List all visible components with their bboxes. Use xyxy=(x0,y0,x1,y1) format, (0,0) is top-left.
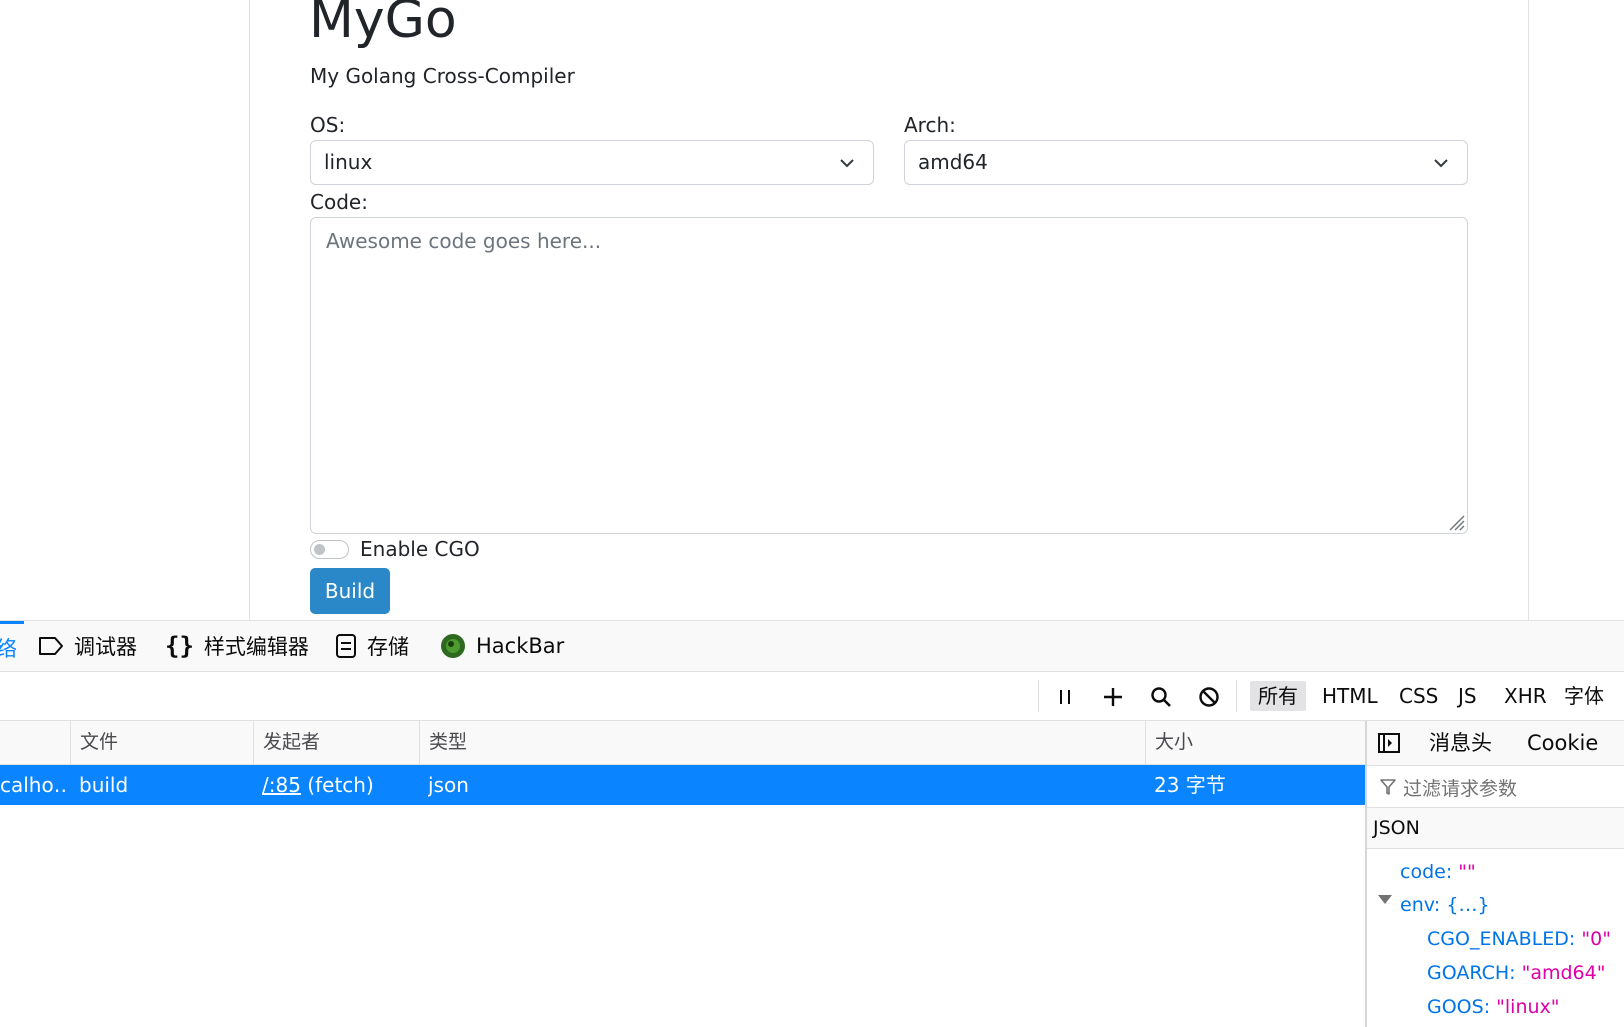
json-row-cgo-enabled[interactable]: CGO_ENABLED: "0" xyxy=(1427,927,1611,951)
container-border-right xyxy=(1528,0,1529,620)
build-button[interactable]: Build xyxy=(310,568,390,614)
os-select-value: linux xyxy=(324,150,373,174)
chevron-down-icon xyxy=(1434,159,1448,168)
toggle-knob xyxy=(314,544,325,555)
request-details-sidebar: 消息头 Cookie 过滤请求参数 JSON code: "" env: {…}… xyxy=(1367,721,1624,1027)
tab-storage-label: 存储 xyxy=(367,635,409,659)
resize-grip-icon[interactable] xyxy=(1443,509,1465,531)
code-textarea[interactable]: Awesome code goes here... xyxy=(310,217,1468,534)
params-filter-placeholder: 过滤请求参数 xyxy=(1403,778,1518,800)
arch-label: Arch: xyxy=(904,113,956,137)
cell-size: 23 字节 xyxy=(1154,773,1226,797)
toggle-sidebar-icon[interactable] xyxy=(1378,732,1400,758)
json-value: "0" xyxy=(1581,928,1611,950)
arch-select[interactable]: amd64 xyxy=(904,140,1468,185)
params-filter-input[interactable]: 过滤请求参数 xyxy=(1367,766,1624,808)
json-key: env: xyxy=(1400,894,1441,916)
filter-xhr[interactable]: XHR xyxy=(1496,681,1555,711)
arch-select-value: amd64 xyxy=(918,150,988,174)
tab-style-editor-label: 样式编辑器 xyxy=(203,635,309,659)
json-row-goos[interactable]: GOOS: "linux" xyxy=(1427,995,1560,1019)
code-label: Code: xyxy=(310,190,368,214)
cgo-toggle[interactable] xyxy=(310,540,349,559)
toolbar-separator xyxy=(1236,680,1237,712)
json-key: GOOS: xyxy=(1427,996,1491,1018)
json-value: "" xyxy=(1458,861,1476,883)
tab-cookies[interactable]: Cookie xyxy=(1527,721,1598,765)
json-row-env[interactable]: env: {…} xyxy=(1400,893,1490,917)
json-row-code[interactable]: code: "" xyxy=(1400,860,1476,884)
tab-network-partial[interactable]: 络 xyxy=(0,633,17,663)
style-editor-icon: {} xyxy=(165,632,194,660)
devtools-tabbar: 络 调试器 {} 样式编辑器 存储 HackBar xyxy=(0,621,1624,672)
initiator-suffix: (fetch) xyxy=(300,773,374,797)
cell-file: build xyxy=(79,773,129,797)
toolbar-separator xyxy=(1038,680,1039,712)
storage-icon xyxy=(335,633,357,659)
json-value: "amd64" xyxy=(1521,962,1606,984)
filter-css[interactable]: CSS xyxy=(1391,681,1446,711)
os-label: OS: xyxy=(310,113,346,137)
debugger-icon xyxy=(38,635,64,657)
json-key: GOARCH: xyxy=(1427,962,1516,984)
expand-triangle-icon[interactable] xyxy=(1378,895,1392,904)
column-header-type[interactable]: 类型 xyxy=(419,721,1145,764)
tab-storage[interactable]: 存储 xyxy=(335,621,409,671)
cell-initiator: /:85 (fetch) xyxy=(262,765,417,805)
network-request-table: 文件 发起者 类型 大小 calho… build /:85 (fetch) j… xyxy=(0,721,1366,1027)
json-value: "linux" xyxy=(1496,996,1560,1018)
page-subtitle: My Golang Cross-Compiler xyxy=(310,64,575,88)
search-icon[interactable] xyxy=(1148,684,1174,710)
tab-hackbar[interactable]: HackBar xyxy=(440,621,564,671)
tab-style-editor[interactable]: {} 样式编辑器 xyxy=(165,621,309,671)
table-header: 文件 发起者 类型 大小 xyxy=(0,721,1366,765)
hackbar-icon xyxy=(440,633,466,659)
column-header-size[interactable]: 大小 xyxy=(1145,721,1366,764)
network-toolbar: 所有 HTML CSS JS XHR 字体 xyxy=(0,672,1624,721)
filter-all[interactable]: 所有 xyxy=(1250,681,1306,711)
tab-headers[interactable]: 消息头 xyxy=(1429,721,1492,765)
cgo-label: Enable CGO xyxy=(360,537,480,561)
tab-debugger[interactable]: 调试器 xyxy=(38,621,137,671)
container-border-left xyxy=(249,0,250,620)
web-page: MyGo My Golang Cross-Compiler OS: linux … xyxy=(0,0,1624,620)
initiator-link[interactable]: /:85 xyxy=(262,773,301,797)
tab-debugger-label: 调试器 xyxy=(74,635,137,659)
plus-icon[interactable] xyxy=(1100,684,1126,710)
filter-fonts[interactable]: 字体 xyxy=(1556,681,1612,711)
json-value: {…} xyxy=(1446,894,1490,916)
filter-icon xyxy=(1380,779,1396,795)
json-row-goarch[interactable]: GOARCH: "amd64" xyxy=(1427,961,1605,985)
table-row[interactable]: calho… build /:85 (fetch) json 23 字节 xyxy=(0,765,1366,805)
code-placeholder: Awesome code goes here... xyxy=(326,229,602,253)
tab-hackbar-label: HackBar xyxy=(476,634,565,658)
page-title: MyGo xyxy=(309,0,457,50)
filter-js[interactable]: JS xyxy=(1450,681,1485,711)
chevron-down-icon xyxy=(840,159,854,168)
json-key: CGO_ENABLED: xyxy=(1427,928,1576,950)
filter-html[interactable]: HTML xyxy=(1314,681,1386,711)
block-icon[interactable] xyxy=(1196,684,1222,710)
cell-domain: calho… xyxy=(0,773,66,797)
column-header-file[interactable]: 文件 xyxy=(70,721,253,764)
column-header-initiator[interactable]: 发起者 xyxy=(253,721,419,764)
sidebar-tabs: 消息头 Cookie xyxy=(1367,721,1624,766)
devtools-panel: 络 调试器 {} 样式编辑器 存储 HackBar 所有 HTML CSS JS… xyxy=(0,620,1624,1027)
json-key: code: xyxy=(1400,861,1453,883)
os-select[interactable]: linux xyxy=(310,140,874,185)
cell-type: json xyxy=(428,773,469,797)
pause-icon[interactable] xyxy=(1052,684,1078,710)
active-tab-indicator xyxy=(0,621,24,624)
json-section-header[interactable]: JSON xyxy=(1367,808,1624,849)
